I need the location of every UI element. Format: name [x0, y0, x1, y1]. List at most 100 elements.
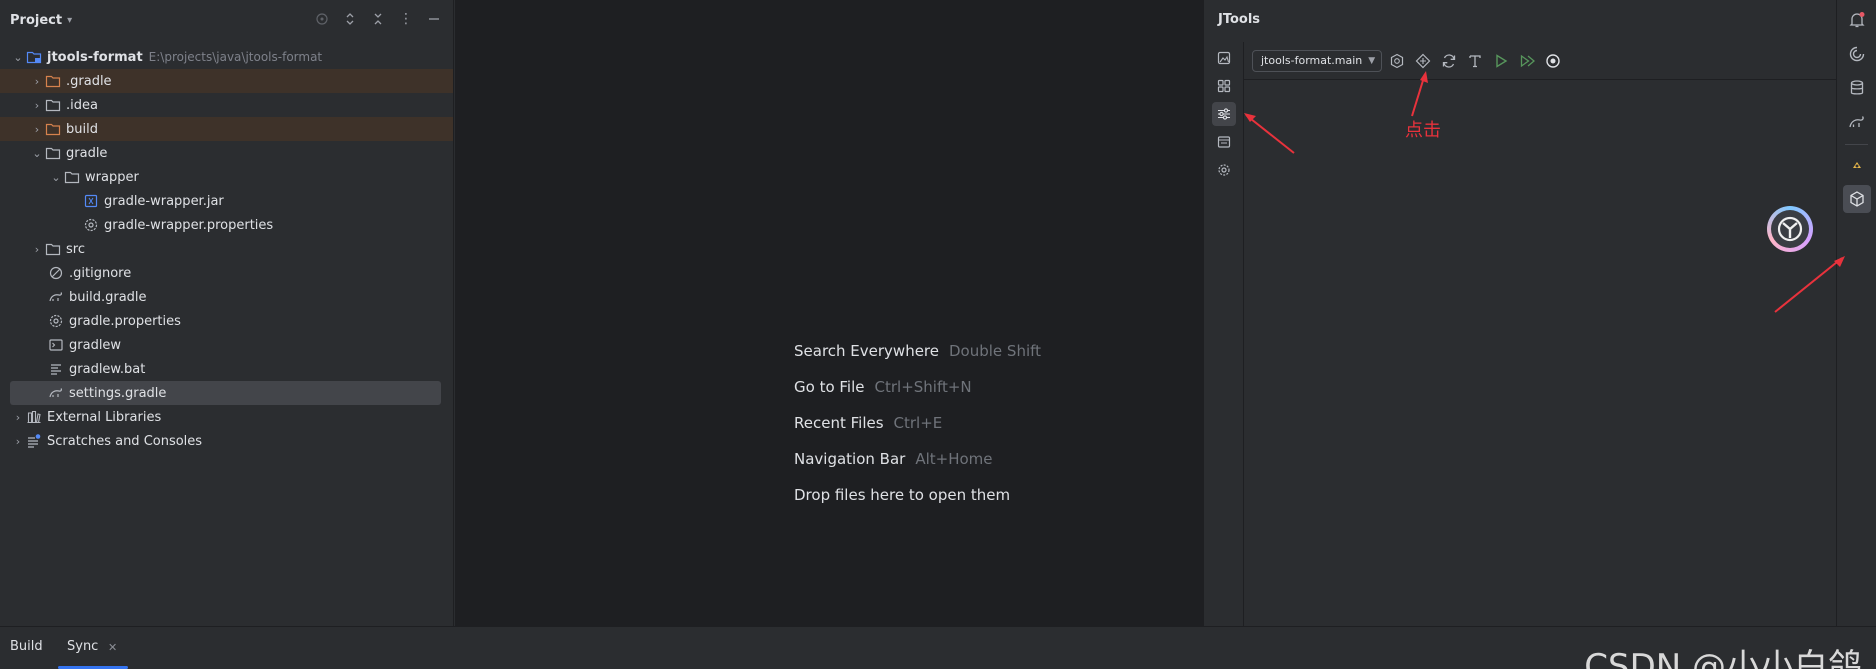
chevron-right-icon[interactable]: › — [10, 435, 26, 448]
tree-item-label: gradlew — [69, 337, 122, 353]
tree-item-gradle-wrapper-jar[interactable]: gradle-wrapper.jar — [0, 189, 453, 213]
gradle-icon — [48, 385, 64, 401]
project-title[interactable]: Project — [10, 13, 62, 28]
record-icon[interactable] — [1542, 50, 1564, 72]
tree-item-label: gradle-wrapper.jar — [104, 193, 224, 209]
chevron-right-icon[interactable]: › — [29, 243, 45, 256]
tree-item-label: Scratches and Consoles — [47, 433, 203, 449]
libraries-icon — [26, 409, 42, 425]
tree-item-build[interactable]: › build — [0, 117, 453, 141]
folder-icon — [45, 145, 61, 161]
project-header-actions: ⋮ — [311, 8, 445, 30]
close-icon[interactable]: ✕ — [108, 641, 117, 654]
ai-assistant-icon[interactable] — [1843, 40, 1871, 68]
chevron-right-icon[interactable]: › — [29, 75, 45, 88]
sliders-icon[interactable] — [1212, 102, 1236, 126]
jtools-sidebar — [1204, 42, 1244, 626]
hint-drop-files: Drop files here to open them — [794, 477, 1041, 513]
run-icon[interactable] — [1490, 50, 1512, 72]
locate-icon[interactable] — [311, 8, 333, 30]
gradle-build-icon[interactable] — [1386, 50, 1408, 72]
tree-item-label: build.gradle — [69, 289, 147, 305]
jtools-cube-icon[interactable] — [1843, 185, 1871, 213]
chevron-right-icon[interactable]: › — [29, 99, 45, 112]
tree-item-scratches-and-consoles[interactable]: › Scratches and Consoles — [0, 429, 453, 453]
panel-icon[interactable] — [1212, 130, 1236, 154]
folder-icon — [45, 97, 61, 113]
annotation-click-label: 点击 — [1405, 120, 1441, 141]
collapse-all-icon[interactable] — [367, 8, 389, 30]
chevron-down-icon[interactable]: ▾ — [67, 15, 72, 26]
hint-search-everywhere: Search Everywhere Double Shift — [794, 333, 1041, 369]
chevron-down-icon: ▼ — [1368, 55, 1376, 66]
tree-item-label: settings.gradle — [69, 385, 167, 401]
chevron-down-icon[interactable]: ⌄ — [48, 171, 64, 184]
tree-item-label: wrapper — [85, 169, 139, 185]
tree-item-src[interactable]: › src — [0, 237, 453, 261]
tree-item-label: gradlew.bat — [69, 361, 146, 377]
refresh-icon[interactable] — [1438, 50, 1460, 72]
tab-build[interactable]: Build — [10, 639, 43, 654]
hint-shortcut: Ctrl+E — [893, 414, 943, 432]
jar-icon — [83, 193, 99, 209]
text-format-icon[interactable] — [1464, 50, 1486, 72]
tree-item-gradle[interactable]: ⌄ gradle — [0, 141, 453, 165]
folder-icon — [64, 169, 80, 185]
tree-item-gradle-wrapper-properties[interactable]: gradle-wrapper.properties — [0, 213, 453, 237]
plugin-bug-icon[interactable] — [1843, 151, 1871, 179]
tree-item-label: jtools-format — [47, 49, 143, 65]
tree-item-label: .idea — [66, 97, 98, 113]
tree-item-jtools-format[interactable]: ⌄ jtools-format E:\projects\java\jtools-… — [0, 45, 453, 69]
notifications-icon[interactable] — [1843, 6, 1871, 34]
tree-item-label: gradle — [66, 145, 108, 161]
hint-shortcut: Alt+Home — [915, 450, 993, 468]
bottom-tool-bar: Build Sync ✕ CSDN @小小白鸽 — [0, 626, 1876, 669]
module-select[interactable]: jtools-format.main ▼ — [1252, 49, 1383, 72]
tree-item-settings-gradle[interactable]: settings.gradle — [10, 381, 441, 405]
hint-navigation-bar: Navigation Bar Alt+Home — [794, 441, 1041, 477]
tab-sync[interactable]: Sync — [67, 639, 98, 654]
chevron-down-icon[interactable]: ⌄ — [10, 51, 26, 64]
run-all-icon[interactable] — [1516, 50, 1538, 72]
more-options-icon[interactable]: ⋮ — [395, 8, 417, 30]
tree-item-gradle-properties[interactable]: gradle.properties — [0, 309, 453, 333]
tree-item-gradlew[interactable]: gradlew — [0, 333, 453, 357]
chevron-right-icon[interactable]: › — [10, 411, 26, 424]
module-select-value: jtools-format.main — [1261, 54, 1363, 67]
tree-item-gitignore[interactable]: .gitignore — [0, 261, 453, 285]
jtools-toolbar: jtools-format.main ▼ — [1244, 42, 1836, 80]
grid-icon[interactable] — [1212, 74, 1236, 98]
folder-excluded-icon — [45, 121, 61, 137]
tree-item-gradlew-bat[interactable]: gradlew.bat — [0, 357, 453, 381]
floating-assistant-button[interactable] — [1767, 206, 1813, 252]
jtools-panel: JTools jtools-format.main ▼ 点击 — [1203, 0, 1836, 626]
chevron-down-icon[interactable]: ⌄ — [29, 147, 45, 160]
hint-shortcut: Double Shift — [949, 342, 1042, 360]
hint-recent-files: Recent Files Ctrl+E — [794, 405, 1041, 441]
chevron-right-icon[interactable]: › — [29, 123, 45, 136]
expand-all-icon[interactable] — [339, 8, 361, 30]
hint-go-to-file: Go to File Ctrl+Shift+N — [794, 369, 1041, 405]
jtools-title: JTools — [1218, 12, 1261, 27]
tree-item-label: src — [66, 241, 85, 257]
gradle-tool-icon[interactable] — [1843, 108, 1871, 136]
tree-item-build-gradle[interactable]: build.gradle — [0, 285, 453, 309]
tree-item-external-libraries[interactable]: › External Libraries — [0, 405, 453, 429]
folder-icon — [45, 241, 61, 257]
tool-strip-divider — [1845, 144, 1868, 145]
editor-hints: Search Everywhere Double Shift Go to Fil… — [794, 333, 1041, 513]
gradle-icon — [48, 289, 64, 305]
tree-item-wrapper[interactable]: ⌄ wrapper — [0, 165, 453, 189]
tree-item-label: gradle.properties — [69, 313, 181, 329]
database-icon[interactable] — [1843, 74, 1871, 102]
tree-item-label: gradle-wrapper.properties — [104, 217, 274, 233]
tree-item-gradle-dir[interactable]: › .gradle — [0, 69, 453, 93]
gear-icon[interactable] — [1212, 158, 1236, 182]
editor-empty-area[interactable]: Search Everywhere Double Shift Go to Fil… — [455, 0, 1203, 626]
properties-icon — [48, 313, 64, 329]
terminal-file-icon — [48, 337, 64, 353]
package-icon[interactable] — [1412, 50, 1434, 72]
minimize-icon[interactable] — [423, 8, 445, 30]
image-icon[interactable] — [1212, 46, 1236, 70]
tree-item-idea[interactable]: › .idea — [0, 93, 453, 117]
